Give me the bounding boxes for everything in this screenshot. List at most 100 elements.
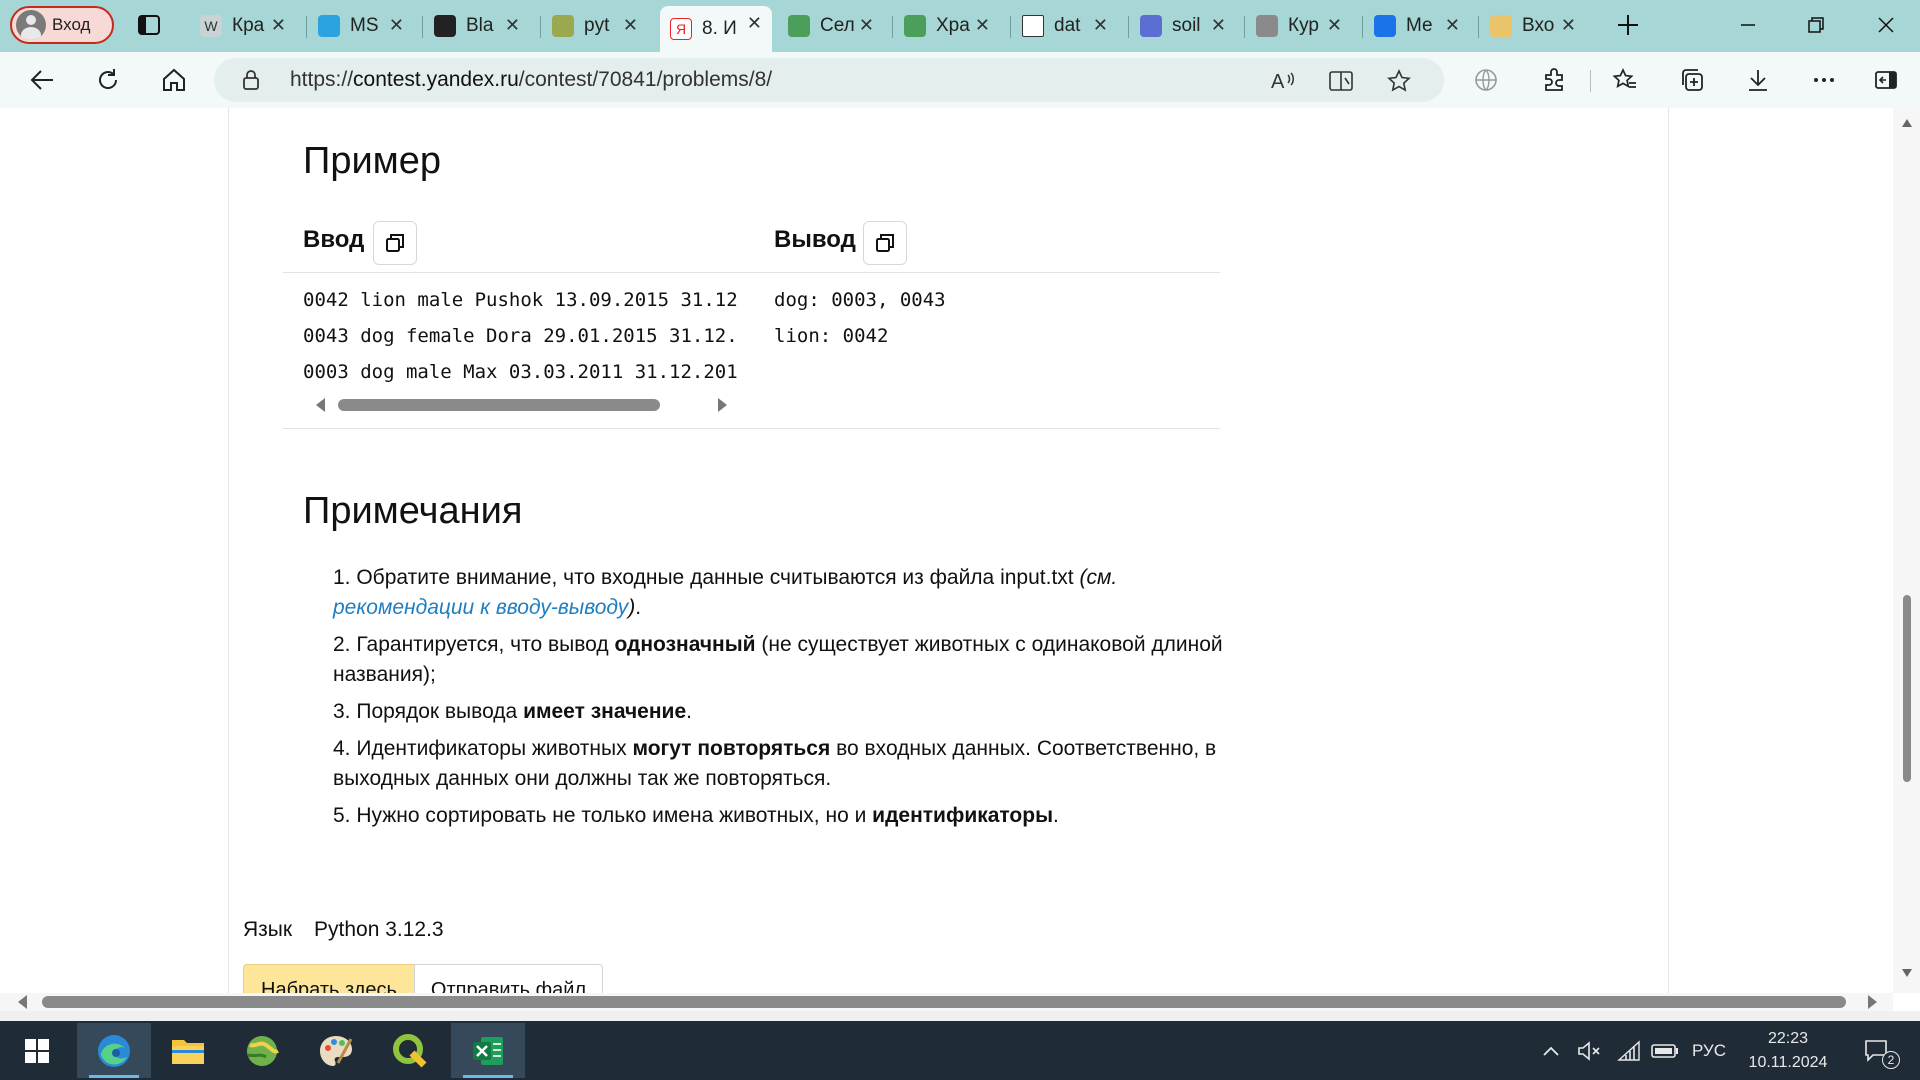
type-here-tab[interactable]: Набрать здесь — [243, 964, 415, 993]
restore-icon — [1808, 17, 1824, 33]
input-horizontal-scrollbar[interactable] — [310, 398, 730, 412]
mail-icon — [1490, 15, 1512, 37]
browser-tab[interactable]: Сел ✕ — [778, 8, 884, 44]
close-tab-icon[interactable]: ✕ — [389, 15, 404, 36]
scrollbar-thumb[interactable] — [338, 399, 660, 411]
scroll-down-arrow-icon[interactable] — [1901, 968, 1913, 978]
list-item: 1. Обратите внимание, что входные данные… — [333, 566, 1118, 619]
minimize-button[interactable] — [1718, 0, 1778, 50]
browser-tab[interactable]: W Кра ✕ — [190, 8, 296, 44]
sample-input-box[interactable]: 0042 lion male Pushok 13.09.2015 31.12 0… — [303, 282, 741, 394]
windows-start-icon[interactable] — [0, 1023, 74, 1078]
close-tab-icon[interactable]: ✕ — [859, 15, 874, 36]
collections-button[interactable] — [1672, 60, 1712, 100]
close-window-button[interactable] — [1856, 0, 1916, 50]
url-text[interactable]: https://contest.yandex.ru/contest/70841/… — [290, 68, 772, 92]
close-icon — [1878, 17, 1894, 33]
url-path: /contest/70841/problems/8/ — [518, 68, 773, 91]
close-tab-icon[interactable]: ✕ — [505, 15, 520, 36]
avatar — [16, 10, 46, 40]
close-tab-icon[interactable]: ✕ — [1561, 15, 1576, 36]
tab-title: Bla — [466, 15, 494, 36]
browser-tab[interactable]: pyt ✕ — [542, 8, 648, 44]
io-recommendations-link[interactable]: рекомендации к вводу-выводу — [333, 596, 628, 619]
close-tab-icon[interactable]: ✕ — [271, 15, 286, 36]
scroll-right-arrow-icon[interactable] — [1868, 995, 1877, 1009]
extensions-button[interactable] — [1534, 60, 1574, 100]
close-tab-icon[interactable]: ✕ — [623, 15, 638, 36]
scrollbar-thumb[interactable] — [42, 996, 1846, 1008]
excel-icon[interactable] — [451, 1023, 525, 1078]
close-tab-icon[interactable]: ✕ — [1093, 15, 1108, 36]
favorite-star-icon[interactable] — [1382, 64, 1416, 98]
new-tab-button[interactable] — [1598, 0, 1658, 50]
paint-icon[interactable] — [299, 1023, 373, 1078]
refresh-button[interactable] — [88, 60, 128, 100]
tab-title: MS — [350, 15, 379, 36]
close-tab-icon[interactable]: ✕ — [747, 13, 762, 34]
url-scheme: https:// — [290, 68, 354, 91]
tab-title: Вхо — [1522, 15, 1555, 36]
sidebar-toggle-button[interactable] — [1866, 60, 1906, 100]
scroll-right-arrow-icon[interactable] — [718, 398, 727, 412]
input-language-indicator[interactable]: РУС — [1684, 1021, 1734, 1080]
wifi-icon[interactable] — [1612, 1021, 1646, 1080]
chevron-up-icon[interactable] — [1536, 1021, 1566, 1080]
scroll-up-arrow-icon[interactable] — [1901, 118, 1913, 128]
browser-tab[interactable]: Вхо ✕ — [1480, 8, 1586, 44]
browser-tab[interactable]: Кур ✕ — [1246, 8, 1352, 44]
close-tab-icon[interactable]: ✕ — [1327, 15, 1342, 36]
scroll-left-arrow-icon[interactable] — [316, 398, 325, 412]
browser-tab[interactable]: Ме ✕ — [1364, 8, 1470, 44]
favorites-button[interactable] — [1605, 60, 1645, 100]
address-bar[interactable]: https://contest.yandex.ru/contest/70841/… — [214, 58, 1444, 102]
messenger-icon — [1374, 15, 1396, 37]
page-horizontal-scrollbar[interactable] — [0, 993, 1893, 1011]
globe-icon — [1475, 69, 1497, 91]
immersive-reader-icon[interactable] — [1324, 64, 1358, 98]
copy-input-button[interactable] — [373, 221, 417, 265]
browser-tab[interactable]: Хра ✕ — [894, 8, 1000, 44]
output-line: dog: 0003, 0043 — [774, 289, 946, 311]
back-button[interactable] — [22, 60, 62, 100]
close-tab-icon[interactable]: ✕ — [975, 15, 990, 36]
clock[interactable]: 22:23 10.11.2024 — [1740, 1021, 1836, 1080]
close-tab-icon[interactable]: ✕ — [1211, 15, 1226, 36]
menu-button[interactable] — [1804, 60, 1844, 100]
svg-text:A: A — [1271, 71, 1285, 93]
restore-button[interactable] — [1786, 0, 1846, 50]
send-file-tab[interactable]: Отправить файл — [414, 964, 603, 993]
read-aloud-icon[interactable]: A — [1266, 64, 1300, 98]
vpn-globe-button[interactable] — [1466, 60, 1506, 100]
browser-tab[interactable]: MS ✕ — [308, 8, 414, 44]
lock-icon[interactable] — [242, 69, 260, 91]
scrollbar-thumb[interactable] — [1903, 595, 1911, 782]
browser-tab[interactable]: Я 8. И ✕ — [660, 6, 772, 52]
tab-actions-icon[interactable] — [136, 12, 162, 38]
volume-muted-icon[interactable] — [1572, 1021, 1606, 1080]
scroll-left-arrow-icon[interactable] — [18, 995, 27, 1009]
browser-tab[interactable]: soil ✕ — [1130, 8, 1236, 44]
close-tab-icon[interactable]: ✕ — [1445, 15, 1460, 36]
tab-title: 8. И — [702, 18, 737, 39]
home-button[interactable] — [154, 60, 194, 100]
file-icon — [1022, 15, 1044, 37]
copy-output-button[interactable] — [863, 221, 907, 265]
battery-icon[interactable] — [1648, 1021, 1682, 1080]
page-vertical-scrollbar[interactable] — [1893, 108, 1920, 993]
file-explorer-icon[interactable] — [151, 1023, 225, 1078]
browser-tab[interactable]: Bla ✕ — [424, 8, 530, 44]
qgis-globe-icon[interactable] — [225, 1023, 299, 1078]
qgis-icon[interactable] — [373, 1023, 447, 1078]
profile-button[interactable]: Вход — [10, 6, 114, 44]
input-line: 0003 dog male Max 03.03.2011 31.12.201 — [303, 361, 738, 383]
copy-icon — [386, 234, 404, 252]
edge-icon[interactable] — [77, 1023, 151, 1078]
language-select[interactable]: Python 3.12.3 — [314, 918, 444, 942]
clock-time: 22:23 — [1767, 1029, 1809, 1047]
notifications-button[interactable]: 2 — [1852, 1021, 1902, 1080]
browser-tab[interactable]: dat ✕ — [1012, 8, 1118, 44]
downloads-button[interactable] — [1738, 60, 1778, 100]
wikipedia-icon: W — [200, 15, 222, 37]
url-host: contest.yandex.ru — [353, 68, 519, 91]
